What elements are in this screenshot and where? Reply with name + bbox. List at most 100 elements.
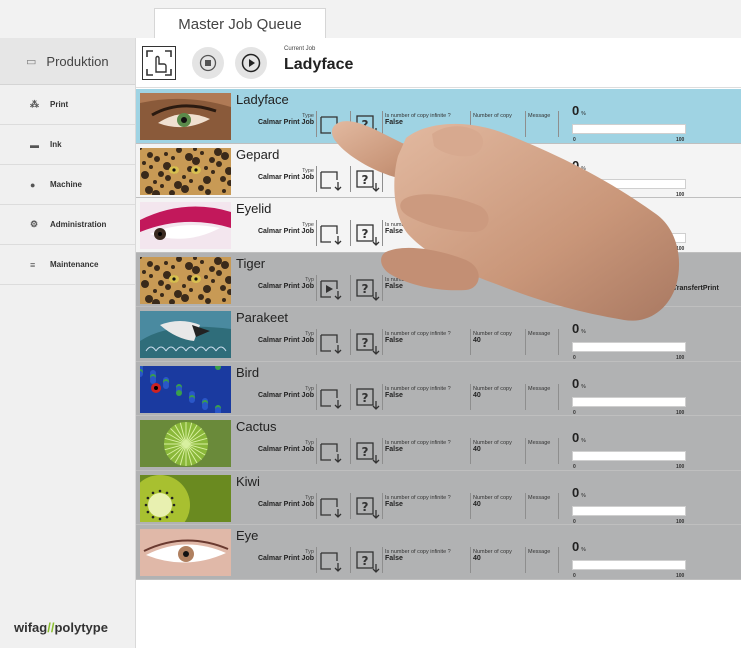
job-name: Parakeet	[236, 310, 289, 325]
help-download-icon[interactable]: ?	[356, 169, 380, 192]
copy-count-field: Number of copy 40	[473, 495, 512, 508]
job-name: Gepard	[236, 146, 280, 162]
svg-text:?: ?	[362, 118, 369, 132]
help-download-icon[interactable]: ?	[356, 496, 380, 519]
help-download-icon[interactable]: ?	[356, 115, 380, 137]
document-download-icon[interactable]	[320, 116, 342, 136]
job-row[interactable]: Ladyface Type Calmar Print Job ? Is numb…	[136, 89, 741, 144]
job-thumbnail	[137, 362, 231, 415]
document-download-icon[interactable]	[320, 552, 342, 572]
progress-bar	[572, 233, 686, 243]
progress-min: 0	[573, 246, 576, 252]
job-row[interactable]: Tiger Typ Calmar Print Job ? Is number o…	[136, 252, 741, 307]
copy-infinite-field: Is number of copy infinite False	[385, 222, 446, 235]
help-download-icon[interactable]: ?	[356, 333, 380, 355]
svg-text:?: ?	[362, 336, 369, 350]
document-download-icon[interactable]	[320, 225, 342, 245]
play-icon	[241, 53, 261, 73]
document-download-icon[interactable]	[320, 388, 342, 409]
progress-min: 0	[573, 409, 576, 416]
progress-value: 0	[572, 321, 580, 336]
progress-max: 100	[676, 464, 685, 470]
divider	[470, 547, 471, 573]
help-download-icon[interactable]: ?	[356, 551, 380, 573]
admin-icon: ⚙	[30, 219, 39, 229]
divider	[470, 492, 471, 519]
job-row[interactable]: Eye Typ Calmar Print Job ? Is number of …	[136, 525, 741, 580]
job-type: Typ Calmar Print Job	[248, 495, 314, 508]
select-job-button[interactable]	[142, 46, 176, 80]
help-download-icon[interactable]: ?	[356, 278, 380, 301]
divider	[316, 492, 317, 519]
print-start-icon[interactable]	[320, 279, 342, 300]
job-row[interactable]: Gepard Type Calmar Print Job ? False 0% …	[136, 143, 741, 198]
current-job-name: Ladyface	[284, 56, 354, 73]
progress-max: 100	[676, 137, 685, 143]
sidebar-item-machine[interactable]: ● Machine	[0, 165, 135, 205]
job-thumbnail	[140, 93, 231, 140]
job-thumbnail	[140, 529, 231, 576]
progress-unit: %	[581, 111, 586, 117]
progress-bar	[572, 342, 686, 352]
svg-text:?: ?	[362, 391, 369, 405]
document-download-icon[interactable]	[320, 334, 342, 354]
divider	[316, 329, 317, 355]
job-type-value: Calmar Print Job	[257, 391, 314, 399]
progress-min: 0	[573, 191, 576, 198]
tab-master-job-queue[interactable]: Master Job Queue	[154, 8, 326, 39]
job-row[interactable]: Cactus Typ Calmar Print Job ? Is number …	[136, 416, 741, 471]
progress-value: 0	[572, 103, 580, 118]
job-type-value: Calmar Print Job	[257, 173, 314, 181]
help-download-icon[interactable]: ?	[356, 442, 380, 464]
svg-text:?: ?	[362, 500, 369, 514]
job-thumbnail	[140, 311, 231, 358]
progress-percent: 0%	[572, 376, 586, 391]
progress-value: 0	[572, 212, 580, 227]
copy-infinite-value: False	[385, 391, 403, 399]
divider	[350, 329, 351, 355]
progress-max: 100	[676, 355, 685, 361]
job-row[interactable]: Bird Typ Calmar Print Job ? Is number of…	[136, 361, 741, 416]
copy-count-label: Number of copy	[473, 113, 512, 119]
copy-infinite-value: False	[385, 555, 403, 562]
document-download-icon[interactable]	[320, 170, 342, 191]
svg-text:?: ?	[362, 445, 369, 459]
job-queue-panel: Current Job Ladyface Ladyface Type Calma…	[130, 38, 741, 648]
job-extra-text: narTransfertPrint	[662, 284, 719, 292]
help-download-icon[interactable]: ?	[356, 224, 380, 246]
progress-value: 0	[572, 430, 580, 445]
job-type-value: Calmar Print Job	[257, 282, 314, 290]
logo-part1: wifag	[14, 620, 48, 635]
document-download-icon[interactable]	[320, 443, 342, 463]
job-row[interactable]: Parakeet Typ Calmar Print Job ? Is numbe…	[136, 307, 741, 362]
svg-text:?: ?	[362, 282, 369, 296]
document-download-icon[interactable]	[320, 497, 342, 518]
sidebar-item-produktion[interactable]: ▭ Produktion	[0, 38, 135, 85]
play-button[interactable]	[235, 47, 267, 79]
sidebar-item-print[interactable]: ⁂ Print	[0, 85, 135, 125]
divider	[525, 111, 526, 137]
copy-infinite-value: False	[385, 446, 403, 453]
copy-infinite-field: Is number of copy infinite ? False	[385, 113, 451, 126]
progress-bar	[572, 396, 686, 407]
job-row[interactable]: Eyelid Type Calmar Print Job ? Is number…	[136, 198, 741, 253]
print-dots-icon: ⁂	[30, 99, 39, 109]
message-label: Message	[528, 385, 551, 392]
stop-icon	[199, 54, 217, 72]
job-name: Tiger	[236, 255, 266, 271]
sidebar-item-ink[interactable]: ▬ Ink	[0, 125, 135, 165]
help-download-icon[interactable]: ?	[356, 387, 380, 410]
sidebar-item-label: Ink	[50, 140, 62, 149]
divider	[382, 274, 383, 301]
stop-button[interactable]	[192, 47, 224, 79]
sidebar-item-administration[interactable]: ⚙ Administration	[0, 205, 135, 245]
divider	[316, 220, 317, 246]
message-label: Message	[528, 494, 551, 501]
sidebar-item-label: Produktion	[46, 53, 109, 69]
copy-infinite-field: Is number of copy infinite ? False	[385, 495, 451, 508]
divider	[382, 329, 383, 355]
copy-infinite-label: Is number of copy infinite ?	[385, 385, 451, 392]
job-type-value: Calmar Print Job	[257, 228, 314, 235]
sidebar-item-maintenance[interactable]: ≡ Maintenance	[0, 245, 135, 285]
job-row[interactable]: Kiwi Typ Calmar Print Job ? Is number of…	[130, 470, 741, 535]
